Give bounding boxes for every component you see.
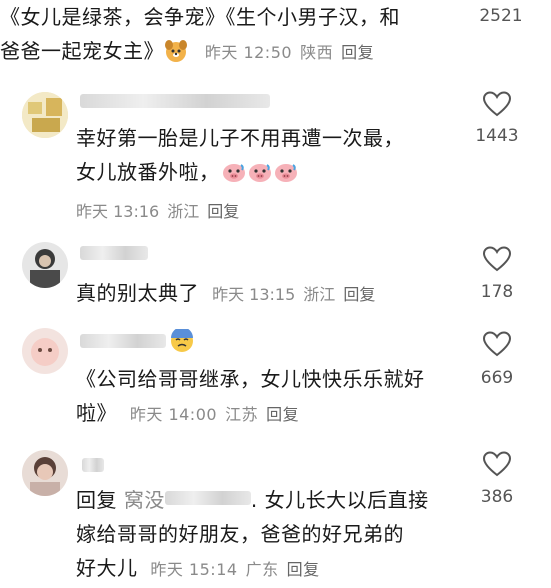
- comment-time: 昨天 14:00: [129, 405, 218, 424]
- avatar[interactable]: [22, 328, 68, 374]
- like-count: 178: [480, 282, 514, 302]
- dog-emoji-icon: [164, 39, 188, 63]
- comment-location: 广东: [245, 560, 279, 579]
- comment-text-line: 好大儿: [76, 556, 138, 580]
- comment-text-line: 啦》: [76, 401, 117, 425]
- comment-2: 真的别太典了 昨天 13:15 浙江 回复: [76, 276, 375, 310]
- heart-icon[interactable]: [482, 245, 512, 273]
- like-count: 669: [480, 368, 514, 388]
- heart-icon[interactable]: [482, 330, 512, 358]
- mention-username[interactable]: 窝没: [124, 488, 165, 512]
- reply-button[interactable]: 回复: [341, 43, 374, 62]
- tired-face-emoji-icon: [170, 327, 194, 353]
- comment-text-line: 《公司给哥哥继承，女儿快快乐乐就好: [76, 367, 425, 391]
- comment-text-line: 《女儿是绿茶，会争宠》《生个小男子汉，和: [0, 5, 400, 29]
- pig-emoji-icon: [222, 159, 246, 182]
- comment-3: 《公司给哥哥继承，女儿快快乐乐就好 啦》 昨天 14:00 江苏 回复: [76, 362, 466, 432]
- avatar[interactable]: [22, 450, 68, 496]
- comment-text-line: . 女儿长大以后直接: [250, 488, 429, 512]
- avatar[interactable]: [22, 92, 68, 138]
- reply-prefix: 回复: [76, 488, 117, 512]
- like-count: 2521: [479, 6, 523, 26]
- comment-text-line: 女儿放番外啦，: [76, 160, 220, 184]
- comment-time: 昨天 15:14: [150, 560, 238, 579]
- heart-icon[interactable]: [482, 450, 512, 478]
- avatar[interactable]: [22, 242, 68, 288]
- pig-emoji-icon: [274, 159, 298, 182]
- comment-time: 昨天 13:15: [212, 285, 296, 304]
- mention-blurred: [164, 491, 251, 505]
- pig-emoji-icon: [248, 159, 272, 182]
- reply-button[interactable]: 回复: [287, 560, 320, 579]
- comment-location: 陕西: [300, 43, 334, 62]
- comment-1: 幸好第一胎是儿子不用再遭一次最， 女儿放番外啦，: [76, 121, 456, 189]
- comment-time: 昨天 13:16: [76, 202, 160, 221]
- comment-4: 回复 窝没 . 女儿长大以后直接 嫁给哥哥的好朋友，爸爸的好兄弟的 好大儿 昨天 …: [76, 483, 466, 587]
- comment-text-line: 嫁给哥哥的好朋友，爸爸的好兄弟的: [76, 522, 404, 546]
- username-blurred[interactable]: [80, 246, 148, 260]
- username-blurred[interactable]: [80, 94, 270, 108]
- comment-text-line: 真的别太典了: [76, 281, 199, 305]
- reply-button[interactable]: 回复: [266, 405, 299, 424]
- reply-button[interactable]: 回复: [207, 202, 239, 221]
- heart-icon[interactable]: [482, 90, 512, 118]
- comment-location: 浙江: [303, 285, 336, 304]
- username-blurred[interactable]: [82, 458, 104, 472]
- comment-text-line: 爸爸一起宠女主》: [0, 39, 164, 63]
- comment-location: 浙江: [167, 202, 200, 221]
- comment-text-line: 幸好第一胎是儿子不用再遭一次最，: [76, 126, 404, 150]
- username-blurred[interactable]: [80, 334, 166, 348]
- comment-0: 《女儿是绿茶，会争宠》《生个小男子汉，和 爸爸一起宠女主》 昨天 12:50 陕西…: [0, 0, 460, 70]
- like-count: 386: [480, 487, 514, 507]
- comment-location: 江苏: [225, 405, 259, 424]
- reply-button[interactable]: 回复: [343, 285, 375, 304]
- comment-time: 昨天 12:50: [204, 43, 293, 62]
- like-count: 1443: [475, 126, 519, 146]
